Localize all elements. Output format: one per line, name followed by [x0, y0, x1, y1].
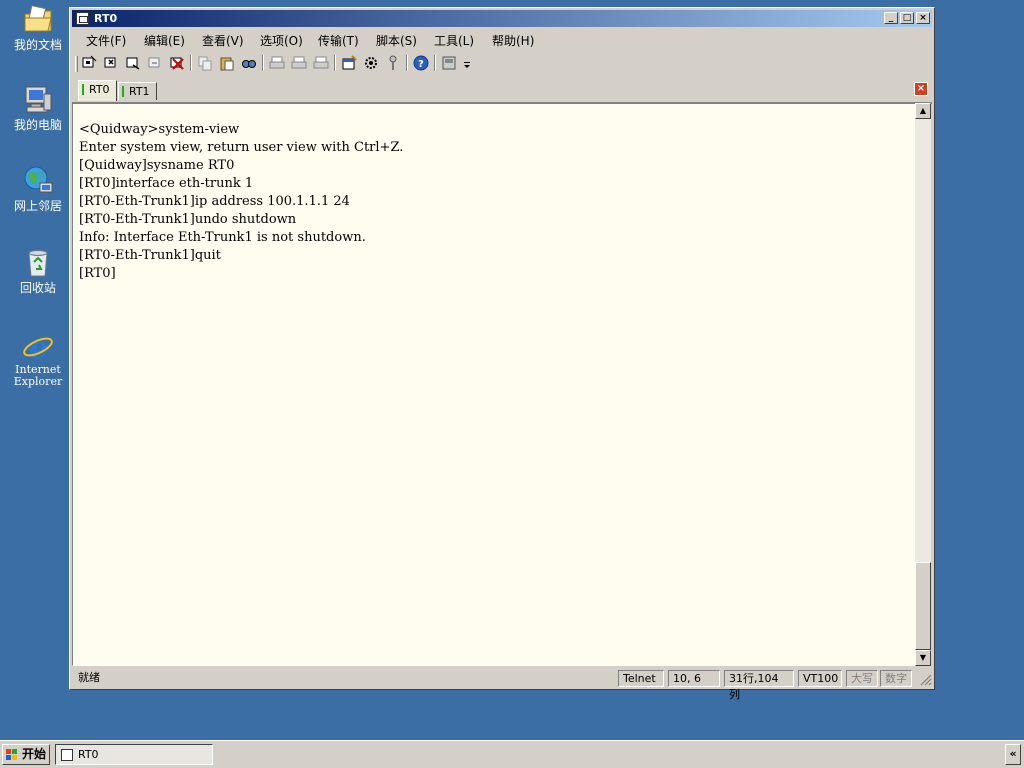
desktop-icon-label: 网上邻居 — [13, 199, 62, 213]
global-options-icon[interactable] — [362, 54, 380, 71]
status-num-lock: 数字 — [880, 670, 912, 687]
toolbar-separator — [434, 55, 436, 71]
windows-logo-icon — [6, 749, 17, 760]
tab-label: RT1 — [129, 85, 150, 98]
resize-grip-icon[interactable] — [918, 672, 932, 686]
desktop-icon-label: Internet Explorer — [13, 363, 63, 388]
terminal-line: [RT0-Eth-Trunk1]ip address 100.1.1.1 24 — [79, 194, 350, 209]
menu-script[interactable]: 脚本(S) — [376, 32, 417, 49]
svg-text:e: e — [29, 331, 48, 362]
minimize-button[interactable]: _ — [884, 12, 898, 24]
tab-status-marker — [82, 84, 84, 95]
start-label: 开始 — [22, 747, 47, 761]
terminal-line: Info: Interface Eth-Trunk1 is not shutdo… — [79, 230, 366, 245]
terminal-line: [RT0] — [79, 266, 116, 281]
terminal-line: [Quidway]sysname RT0 — [79, 158, 235, 173]
menu-view[interactable]: 查看(V) — [202, 32, 244, 49]
menu-help[interactable]: 帮助(H) — [492, 32, 534, 49]
menu-edit[interactable]: 编辑(E) — [144, 32, 185, 49]
desktop-icon-recycle-bin[interactable]: 回收站 — [4, 247, 72, 295]
taskbar: 开始 RT0 « — [0, 740, 1024, 768]
terminal-line: [RT0]interface eth-trunk 1 — [79, 176, 254, 191]
close-tab-icon[interactable]: × — [914, 82, 928, 96]
menu-options[interactable]: 选项(O) — [260, 32, 303, 49]
desktop-icon-label: 回收站 — [19, 281, 56, 295]
scroll-thumb[interactable] — [915, 562, 931, 650]
close-button[interactable]: × — [916, 12, 930, 24]
session-tabs: RT0 RT1 — [72, 78, 932, 104]
find-icon[interactable] — [240, 54, 258, 71]
script-icon[interactable] — [440, 54, 458, 71]
status-protocol: Telnet — [618, 670, 664, 687]
terminal-text: <Quidway>system-view Enter system view, … — [79, 121, 403, 283]
internet-explorer-icon: e — [22, 330, 54, 366]
scroll-down-button[interactable]: ▼ — [915, 650, 931, 666]
connect-tab-icon[interactable] — [124, 54, 142, 71]
status-caps-lock: 大写 — [846, 670, 878, 687]
toolbar-overflow-icon[interactable] — [462, 54, 472, 71]
terminal-window: RT0 _ □ × 文件(F) 编辑(E) 查看(V) 选项(O) 传输(T) … — [69, 7, 935, 701]
scroll-up-button[interactable]: ▲ — [915, 103, 931, 119]
desktop-icon-my-documents[interactable]: 我的文档 — [4, 4, 72, 52]
app-icon — [61, 749, 73, 761]
terminal-output[interactable]: <Quidway>system-view Enter system view, … — [72, 103, 916, 666]
desktop-icon-internet-explorer[interactable]: e Internet Explorer — [4, 330, 72, 388]
desktop-icon-label: 我的文档 — [13, 38, 62, 52]
network-places-icon — [22, 165, 54, 197]
task-label: RT0 — [78, 748, 99, 761]
session-options-icon[interactable] — [340, 54, 358, 71]
print-icon[interactable] — [312, 54, 330, 71]
vertical-scrollbar[interactable]: ▲ ▼ — [915, 103, 931, 666]
terminal-line: [RT0-Eth-Trunk1]undo shutdown — [79, 212, 297, 227]
start-button[interactable]: 开始 — [2, 744, 50, 765]
toolbar: ? — [72, 51, 932, 75]
tab-rt0[interactable]: RT0 — [78, 80, 117, 101]
print-screen-icon[interactable] — [268, 54, 286, 71]
connect-icon[interactable] — [80, 54, 98, 71]
toolbar-separator — [406, 55, 408, 71]
help-icon[interactable]: ? — [412, 54, 430, 71]
menu-bar: 文件(F) 编辑(E) 查看(V) 选项(O) 传输(T) 脚本(S) 工具(L… — [72, 29, 932, 49]
app-icon — [76, 12, 89, 25]
toolbar-separator — [334, 55, 336, 71]
copy-icon[interactable] — [196, 54, 214, 71]
desktop-icon-label: 我的电脑 — [13, 118, 62, 132]
toolbar-separator — [262, 55, 264, 71]
status-terminal-size: 31行,104列 — [724, 670, 794, 701]
window-title: RT0 — [94, 12, 118, 25]
my-documents-icon — [22, 4, 54, 36]
reconnect-icon[interactable] — [146, 54, 164, 71]
disconnect-icon[interactable] — [168, 54, 186, 71]
tray-expand-button[interactable]: « — [1005, 744, 1021, 765]
tab-status-marker — [122, 86, 124, 97]
key-map-icon[interactable] — [384, 54, 402, 71]
svg-text:?: ? — [418, 59, 424, 70]
menu-file[interactable]: 文件(F) — [86, 32, 126, 49]
print-selection-icon[interactable] — [290, 54, 308, 71]
my-computer-icon — [22, 84, 54, 116]
tab-label: RT0 — [89, 83, 110, 96]
tab-rt1[interactable]: RT1 — [118, 82, 157, 100]
status-bar: 就绪 Telnet 10, 6 31行,104列 VT100 大写 数字 — [72, 668, 932, 701]
desktop-icon-network-places[interactable]: 网上邻居 — [4, 165, 72, 213]
menu-transfer[interactable]: 传输(T) — [318, 32, 359, 49]
toolbar-grip[interactable] — [75, 56, 78, 72]
desktop-icon-my-computer[interactable]: 我的电脑 — [4, 84, 72, 132]
terminal-line: Enter system view, return user view with… — [79, 140, 404, 155]
menu-tools[interactable]: 工具(L) — [434, 32, 474, 49]
maximize-button[interactable]: □ — [900, 12, 914, 24]
taskbar-button-rt0[interactable]: RT0 — [55, 744, 213, 765]
toolbar-separator — [190, 55, 192, 71]
paste-icon[interactable] — [218, 54, 236, 71]
title-bar[interactable]: RT0 _ □ × — [72, 10, 932, 27]
status-emulation: VT100 — [798, 670, 842, 687]
status-cursor-position: 10, 6 — [668, 670, 720, 687]
status-ready: 就绪 — [78, 671, 100, 684]
terminal-line: <Quidway>system-view — [79, 122, 240, 137]
terminal-line: [RT0-Eth-Trunk1]quit — [79, 248, 221, 263]
recycle-bin-icon — [22, 247, 54, 279]
quick-connect-icon[interactable] — [102, 54, 120, 71]
